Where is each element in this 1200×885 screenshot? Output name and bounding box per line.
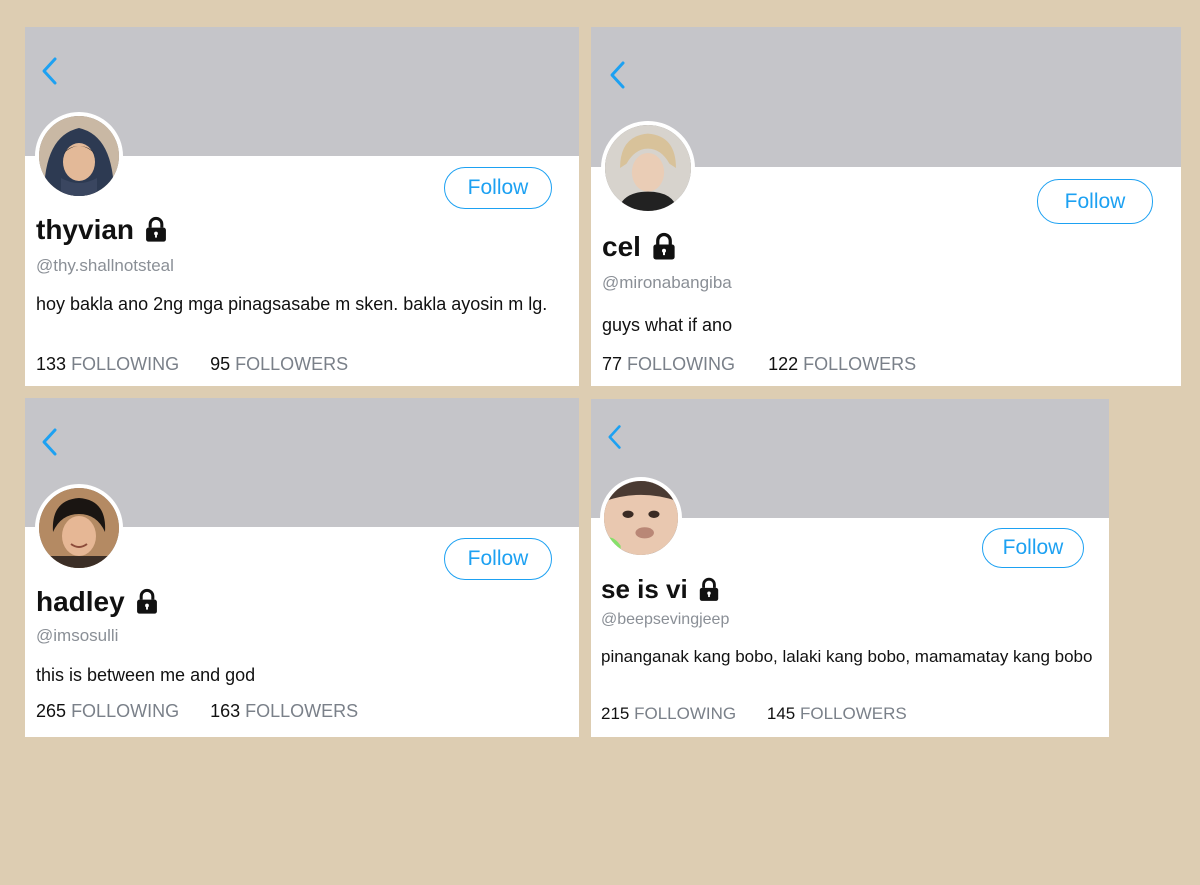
profile-handle: @thy.shallnotsteal	[36, 256, 174, 275]
followers-count: 163	[210, 701, 241, 721]
followers-label: FOLLOWERS	[803, 354, 917, 374]
follow-button[interactable]: Follow	[444, 538, 552, 580]
following-count: 265	[36, 701, 67, 721]
profile-name: hadley	[36, 586, 161, 618]
profile-card-cel: Follow cel @mironabangiba guys what if a…	[591, 27, 1181, 386]
profile-bio: guys what if ano	[602, 315, 733, 335]
following-label: FOLLOWING	[627, 354, 736, 374]
profile-stats: 77 FOLLOWING 122 FOLLOWERS	[602, 354, 916, 375]
profile-handle: @imsosulli	[36, 626, 119, 645]
followers-count: 122	[768, 354, 799, 374]
followers-stat[interactable]: 145 FOLLOWERS	[767, 704, 907, 724]
following-count: 133	[36, 354, 67, 374]
following-label: FOLLOWING	[71, 354, 180, 374]
display-name: thyvian	[36, 214, 135, 245]
profile-name: cel	[602, 231, 679, 263]
following-stat[interactable]: 215 FOLLOWING	[601, 704, 736, 724]
followers-stat[interactable]: 122 FOLLOWERS	[768, 354, 916, 375]
back-chevron-icon[interactable]	[39, 426, 61, 458]
followers-stat[interactable]: 95 FOLLOWERS	[210, 354, 348, 375]
profile-bio: hoy bakla ano 2ng mga pinagsasabe m sken…	[36, 294, 548, 314]
following-stat[interactable]: 265 FOLLOWING	[36, 701, 179, 722]
profile-bio: this is between me and god	[36, 665, 256, 685]
back-chevron-icon[interactable]	[605, 423, 625, 451]
profile-handle: @mironabangiba	[602, 273, 732, 292]
avatar[interactable]	[601, 121, 695, 215]
profile-name: se is vi	[601, 574, 722, 605]
lock-icon	[696, 577, 722, 603]
followers-label: FOLLOWERS	[235, 354, 349, 374]
follow-button[interactable]: Follow	[444, 167, 552, 209]
following-stat[interactable]: 77 FOLLOWING	[602, 354, 735, 375]
profile-stats: 215 FOLLOWING 145 FOLLOWERS	[601, 704, 907, 724]
back-chevron-icon[interactable]	[39, 55, 61, 87]
profile-card-thyvian: Follow thyvian @thy.shallnotsteal hoy ba…	[25, 27, 579, 386]
followers-count: 145	[766, 704, 796, 723]
avatar[interactable]	[35, 484, 123, 572]
follow-button[interactable]: Follow	[982, 528, 1084, 568]
profile-card-se-is-vi: Follow se is vi @beepsevingjeep pinangan…	[591, 399, 1109, 737]
profile-bio: pinanganak kang bobo, lalaki kang bobo, …	[601, 647, 1093, 666]
avatar[interactable]	[600, 477, 682, 559]
profile-name: thyvian	[36, 214, 170, 246]
display-name: hadley	[36, 586, 125, 617]
following-stat[interactable]: 133 FOLLOWING	[36, 354, 179, 375]
following-count: 77	[602, 354, 623, 374]
following-label: FOLLOWING	[634, 704, 737, 723]
followers-label: FOLLOWERS	[799, 704, 907, 723]
lock-icon	[133, 588, 161, 616]
followers-count: 95	[210, 354, 231, 374]
avatar[interactable]	[35, 112, 123, 200]
followers-label: FOLLOWERS	[245, 701, 359, 721]
profile-card-hadley: Follow hadley @imsosulli this is between…	[25, 398, 579, 737]
follow-button[interactable]: Follow	[1037, 179, 1153, 224]
back-chevron-icon[interactable]	[607, 59, 629, 91]
display-name: se is vi	[601, 574, 688, 604]
following-label: FOLLOWING	[71, 701, 180, 721]
lock-icon	[649, 232, 679, 262]
profile-stats: 133 FOLLOWING 95 FOLLOWERS	[36, 354, 348, 375]
lock-icon	[142, 216, 170, 244]
profile-handle: @beepsevingjeep	[601, 611, 730, 628]
display-name: cel	[602, 231, 641, 262]
following-count: 215	[601, 704, 630, 723]
followers-stat[interactable]: 163 FOLLOWERS	[210, 701, 358, 722]
profile-stats: 265 FOLLOWING 163 FOLLOWERS	[36, 701, 358, 722]
